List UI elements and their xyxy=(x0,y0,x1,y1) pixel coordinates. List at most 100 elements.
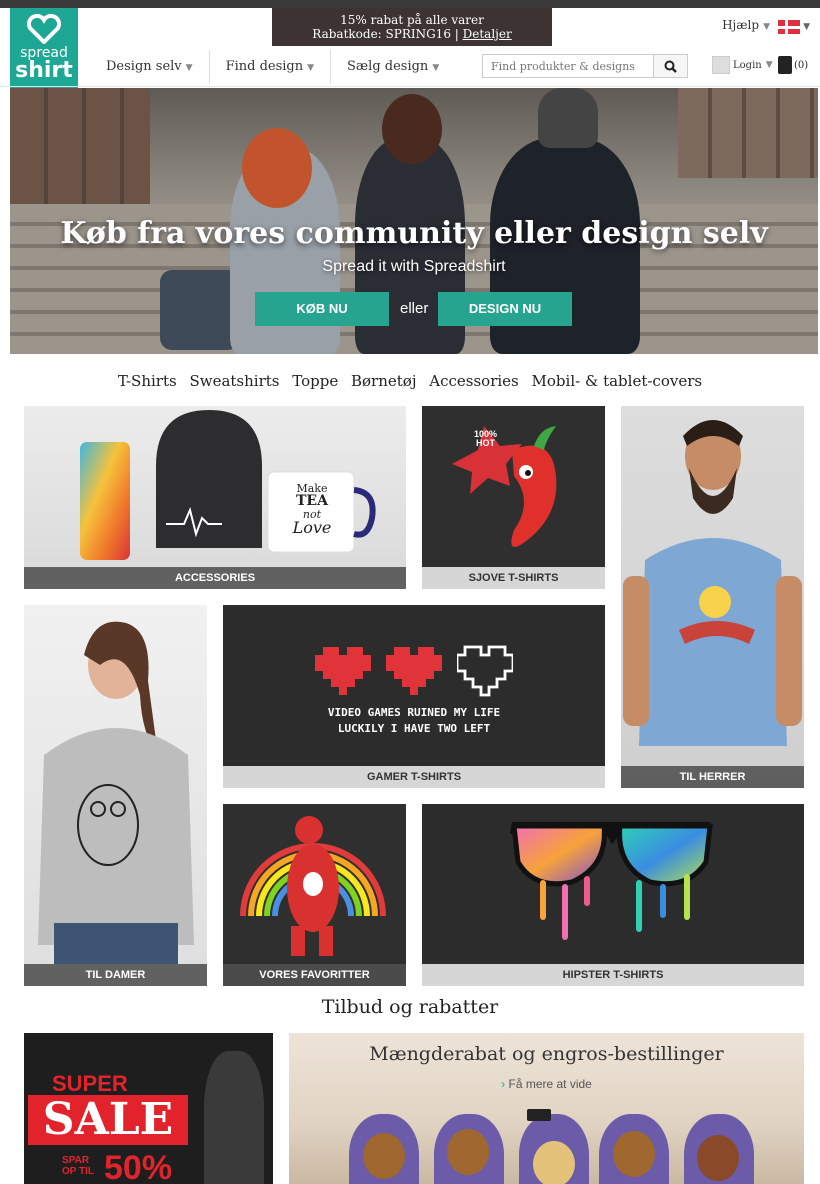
bulk-discount-banner[interactable]: Mængderabat og engros-bestillinger › Få … xyxy=(289,1033,804,1184)
group-person-head xyxy=(697,1135,739,1181)
tile-label: ACCESSORIES xyxy=(24,567,406,589)
nav-design-selv[interactable]: Design selv ▼ xyxy=(90,50,210,84)
gamer-slogan: VIDEO GAMES RUINED MY LIFE LUCKILY I HAV… xyxy=(223,705,605,737)
hero-subtitle: Spread it with Spreadshirt xyxy=(322,258,506,275)
help-menu[interactable]: Hjælp ▼ xyxy=(722,18,770,32)
mug-text: Make TEA not Love xyxy=(282,482,342,537)
woman-in-sweatshirt-image xyxy=(38,621,194,964)
sale-big-text: SALE xyxy=(28,1095,188,1145)
group-person-head xyxy=(363,1133,405,1179)
chevron-down-icon: ▼ xyxy=(803,22,810,32)
tile-hipster-tshirts[interactable]: HIPSTER T-SHIRTS xyxy=(422,804,804,986)
chevron-down-icon: ▼ xyxy=(763,22,770,32)
nav-saelg-design[interactable]: Sælg design ▼ xyxy=(331,50,455,84)
promo-details-link[interactable]: Detaljer xyxy=(463,27,512,41)
category-bornetoj[interactable]: Børnetøj xyxy=(351,372,416,390)
chevron-down-icon: ▼ xyxy=(307,63,315,73)
tile-vores-favoritter[interactable]: VORES FAVORITTER xyxy=(223,804,406,986)
tile-label: SJOVE T-SHIRTS xyxy=(422,567,605,589)
hero-person-left-head xyxy=(242,128,312,208)
cart-button[interactable]: (0) xyxy=(778,56,808,74)
chevron-right-icon: › xyxy=(501,1077,506,1091)
avatar xyxy=(712,56,730,74)
shopping-bag-icon xyxy=(778,56,792,74)
sale-spar-text: SPAR OP TIL xyxy=(62,1155,94,1177)
search-box xyxy=(482,54,688,78)
category-tshirts[interactable]: T-Shirts xyxy=(118,372,177,390)
hero-person-middle-head xyxy=(382,94,442,164)
hero-title: Køb fra vores community eller design sel… xyxy=(60,216,768,251)
search-icon xyxy=(664,60,677,73)
sale-percent: 50% xyxy=(104,1149,173,1184)
bulk-more-link[interactable]: › Få mere at vide xyxy=(289,1077,804,1091)
nav-label: Find design xyxy=(225,59,304,74)
search-input[interactable] xyxy=(483,55,653,77)
hero-banner: Køb fra vores community eller design sel… xyxy=(10,88,818,354)
heart-logo-icon xyxy=(26,14,62,44)
tile-label: HIPSTER T-SHIRTS xyxy=(422,964,804,986)
spreadshirt-logo[interactable]: spread shirt xyxy=(10,8,78,88)
category-covers[interactable]: Mobil- & tablet-covers xyxy=(532,372,703,390)
category-links: T-Shirts Sweatshirts Toppe Børnetøj Acce… xyxy=(0,372,820,390)
tile-accessories[interactable]: Make TEA not Love ACCESSORIES xyxy=(24,406,406,589)
tile-label: GAMER T-SHIRTS xyxy=(223,766,605,788)
group-person-head xyxy=(533,1141,575,1184)
pixel-heart-outline-icon xyxy=(457,645,513,697)
login-menu[interactable]: Login ▼ xyxy=(712,56,773,74)
offers-heading: Tilbud og rabatter xyxy=(321,996,499,1018)
sale-spar-1: SPAR xyxy=(62,1155,90,1166)
pepper-badge-2: HOT xyxy=(476,438,496,448)
design-now-button[interactable]: DESIGN NU xyxy=(438,292,572,326)
pepper-badge: 100% HOT xyxy=(474,430,497,448)
promo-line: 15% rabat på alle varer xyxy=(340,13,484,27)
category-sweatshirts[interactable]: Sweatshirts xyxy=(189,372,279,390)
main-nav: Design selv ▼ Find design ▼ Sælg design ▼ xyxy=(90,50,455,84)
category-accessories[interactable]: Accessories xyxy=(429,372,518,390)
pixel-heart-icon xyxy=(386,647,442,695)
tile-label: TIL DAMER xyxy=(24,964,207,986)
group-person-head xyxy=(613,1131,655,1177)
nav-label: Sælg design xyxy=(347,59,429,74)
pixel-heart-icon xyxy=(315,647,371,695)
category-toppe[interactable]: Toppe xyxy=(292,372,338,390)
header-divider xyxy=(0,86,820,87)
nav-find-design[interactable]: Find design ▼ xyxy=(210,50,332,84)
bulk-more-label: Få mere at vide xyxy=(508,1077,592,1091)
hero-person-right-head xyxy=(538,88,598,148)
chevron-down-icon: ▼ xyxy=(185,63,193,73)
hero-backpack xyxy=(160,270,240,350)
sale-spar-2: OP TIL xyxy=(62,1166,95,1177)
promo-banner: 15% rabat på alle varer Rabatkode: SPRIN… xyxy=(272,8,552,46)
tile-label: VORES FAVORITTER xyxy=(223,964,406,986)
danish-flag-icon[interactable] xyxy=(778,20,800,34)
phone-image xyxy=(527,1109,551,1121)
chevron-down-icon: ▼ xyxy=(765,60,773,70)
gamer-slogan-1: VIDEO GAMES RUINED MY LIFE xyxy=(327,706,501,719)
page: spread shirt 15% rabat på alle varer Rab… xyxy=(0,0,820,1184)
tile-sjove-tshirts[interactable]: 100% HOT SJOVE T-SHIRTS xyxy=(422,406,605,589)
logo-text-shirt: shirt xyxy=(15,58,73,83)
tile-label: TIL HERRER xyxy=(621,766,804,788)
tile-til-herrer[interactable]: TIL HERRER xyxy=(621,406,804,788)
nav-label: Design selv xyxy=(106,59,182,74)
login-label: Login xyxy=(733,59,762,71)
hero-building-right xyxy=(678,88,818,178)
rainbow-bear-image xyxy=(240,816,386,956)
bulk-title: Mængderabat og engros-bestillinger xyxy=(369,1043,724,1065)
buy-now-button[interactable]: KØB NU xyxy=(255,292,389,326)
super-sale-banner[interactable]: SUPER SALE SPAR OP TIL 50% xyxy=(24,1033,273,1184)
search-button[interactable] xyxy=(653,55,687,77)
gamer-slogan-2: LUCKILY I HAVE TWO LEFT xyxy=(337,722,491,735)
promo-code: Rabatkode: SPRING16 | xyxy=(312,27,463,41)
tile-til-damer[interactable]: TIL DAMER xyxy=(24,605,207,986)
tile-gamer-tshirts[interactable]: VIDEO GAMES RUINED MY LIFE LUCKILY I HAV… xyxy=(223,605,605,788)
hero-or-text: eller xyxy=(400,300,429,317)
cart-count: (0) xyxy=(794,59,809,71)
mug-text-4: Love xyxy=(292,518,332,537)
help-label: Hjælp xyxy=(722,18,760,32)
chili-pepper-image xyxy=(452,426,557,547)
promo-code-line: Rabatkode: SPRING16 | Detaljer xyxy=(272,27,552,41)
hipster-glasses-image xyxy=(510,822,713,940)
group-person-head xyxy=(447,1129,489,1175)
accessories-image xyxy=(80,410,376,560)
